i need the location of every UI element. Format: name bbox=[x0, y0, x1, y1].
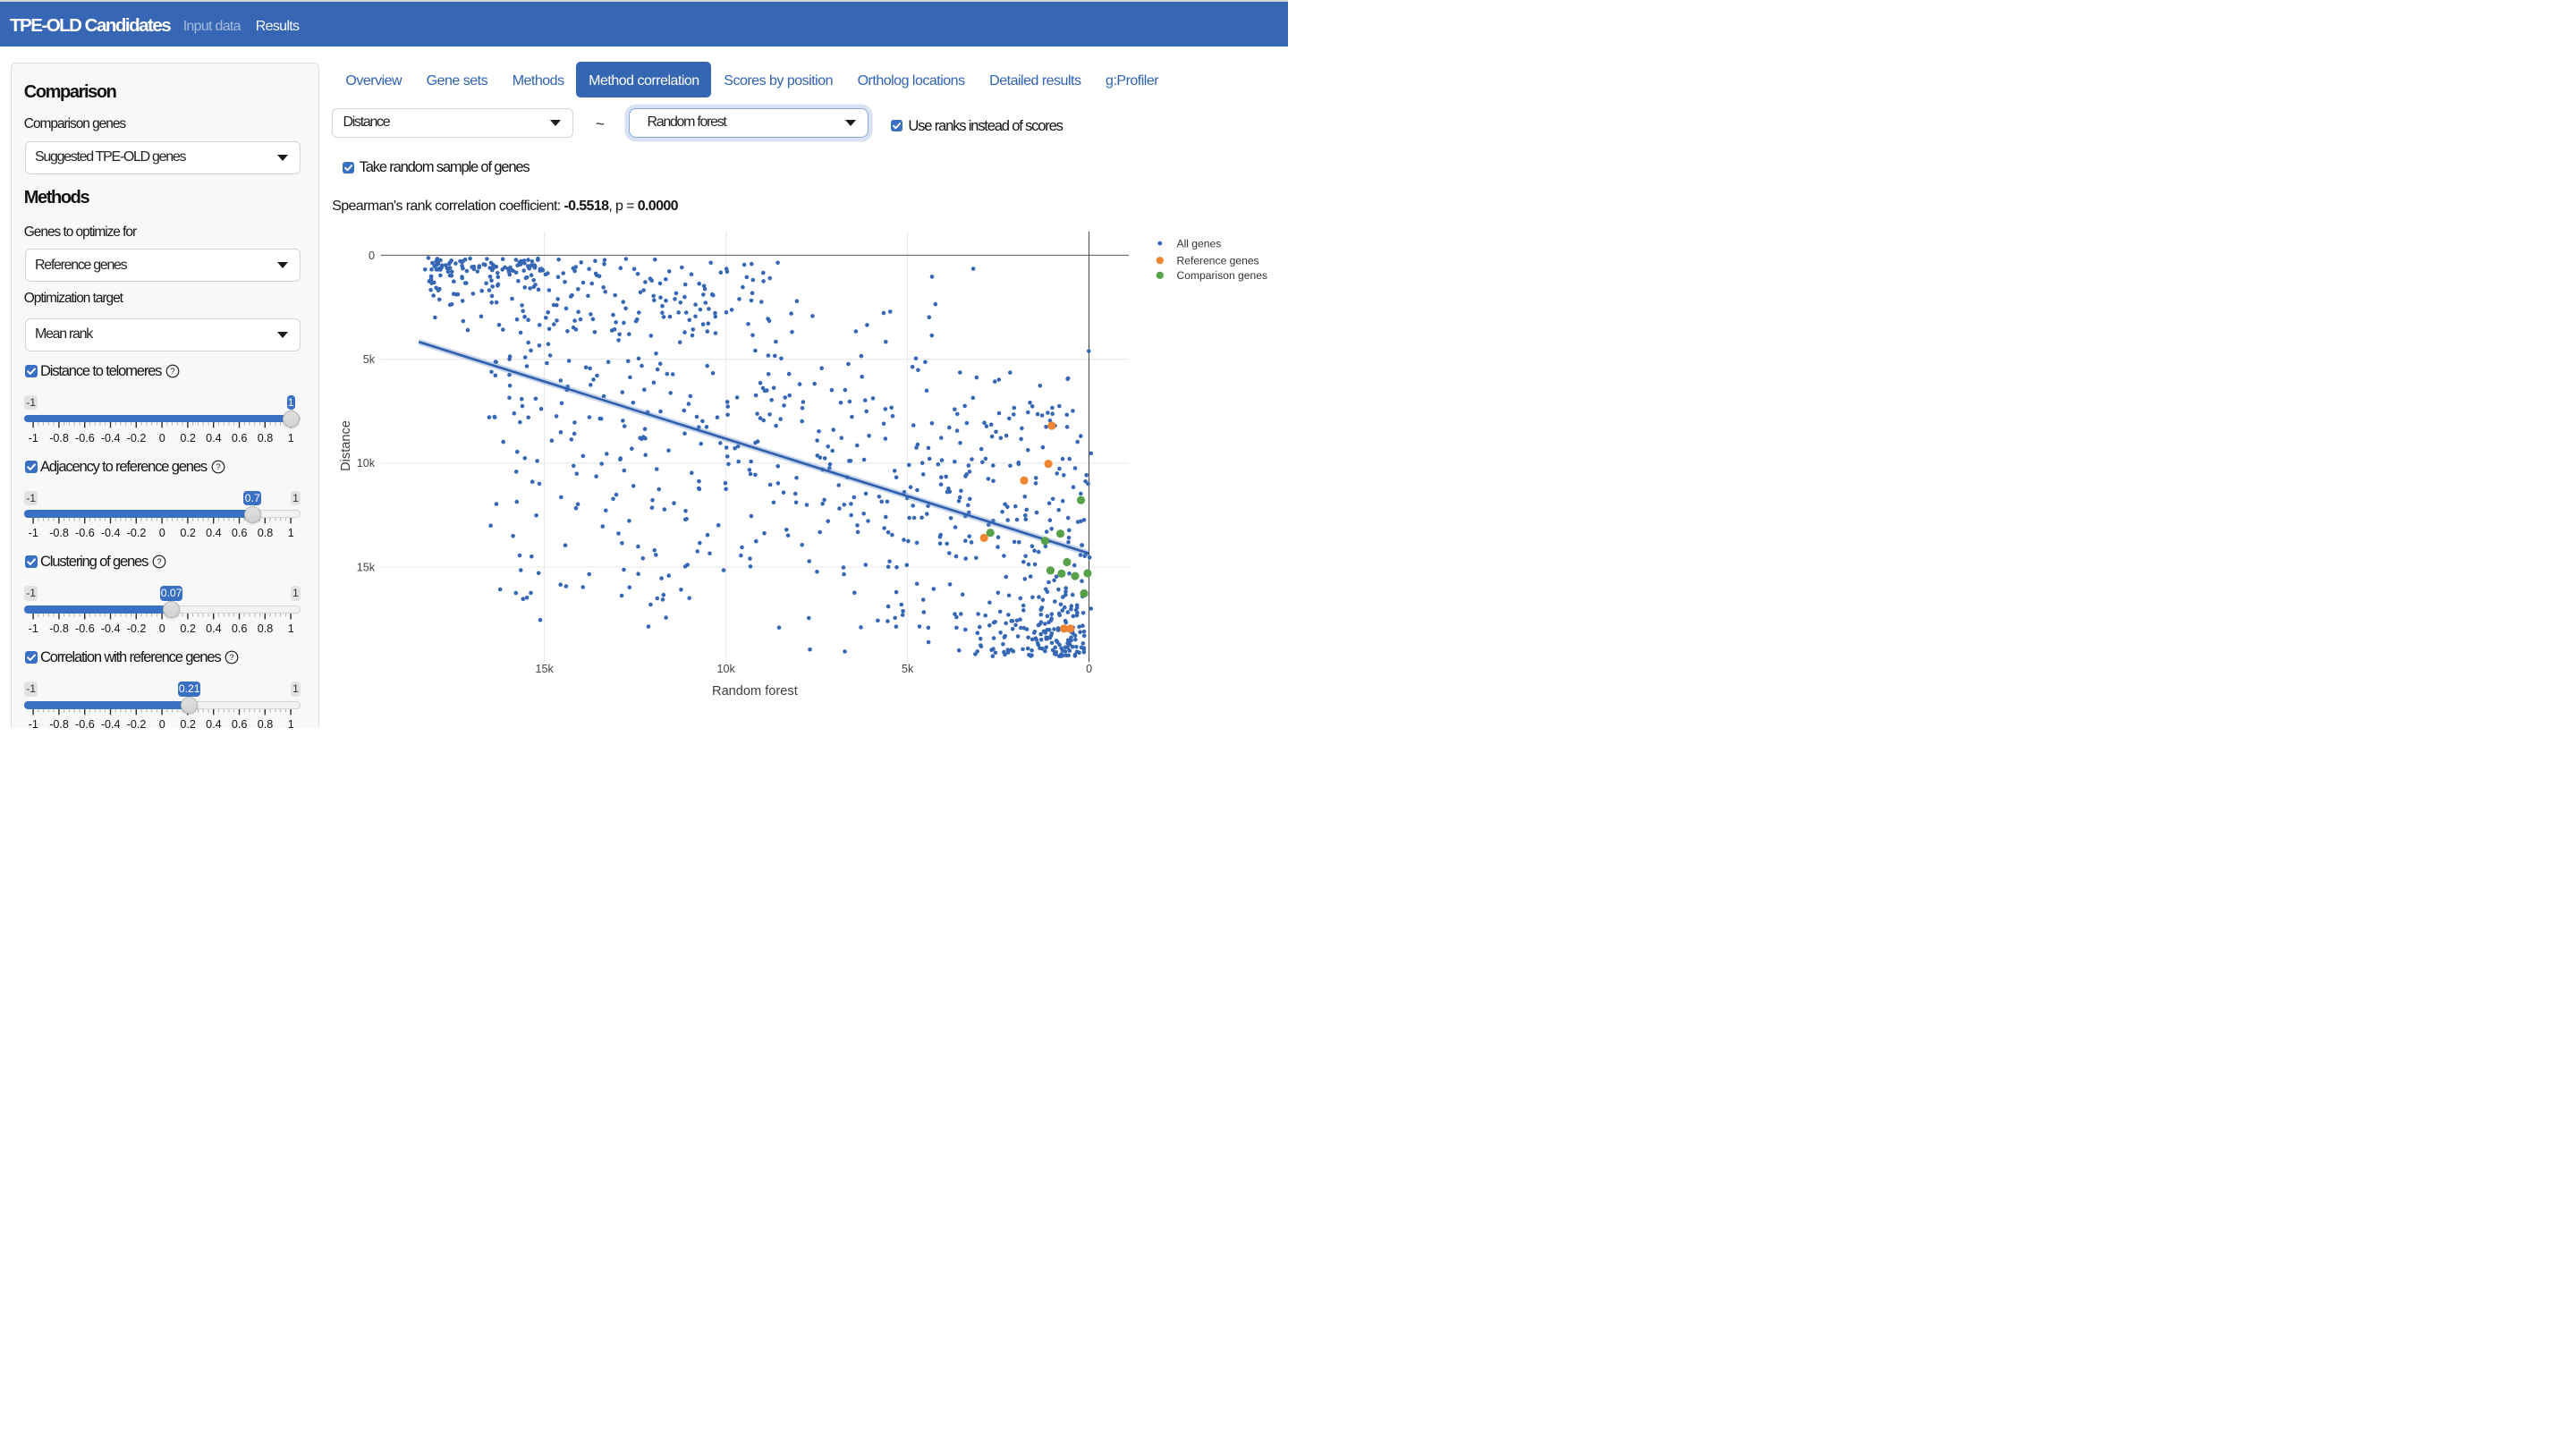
svg-text:15k: 15k bbox=[357, 561, 376, 573]
svg-text:?: ? bbox=[230, 653, 234, 663]
svg-text:Reference genes: Reference genes bbox=[1177, 254, 1259, 267]
svg-text:5k: 5k bbox=[902, 663, 914, 675]
svg-text:?: ? bbox=[216, 462, 220, 472]
svg-text:0: 0 bbox=[369, 250, 375, 262]
svg-text:10k: 10k bbox=[357, 457, 376, 470]
svg-text:Random forest: Random forest bbox=[712, 684, 798, 698]
svg-text:10k: 10k bbox=[716, 663, 735, 675]
svg-text:All genes: All genes bbox=[1177, 237, 1222, 250]
svg-text:Comparison genes: Comparison genes bbox=[1177, 269, 1268, 282]
svg-text:?: ? bbox=[157, 558, 162, 568]
svg-text:?: ? bbox=[171, 367, 175, 377]
svg-text:0: 0 bbox=[1086, 663, 1092, 675]
svg-text:5k: 5k bbox=[363, 353, 376, 366]
svg-text:Distance: Distance bbox=[339, 420, 353, 471]
svg-text:15k: 15k bbox=[535, 663, 554, 675]
